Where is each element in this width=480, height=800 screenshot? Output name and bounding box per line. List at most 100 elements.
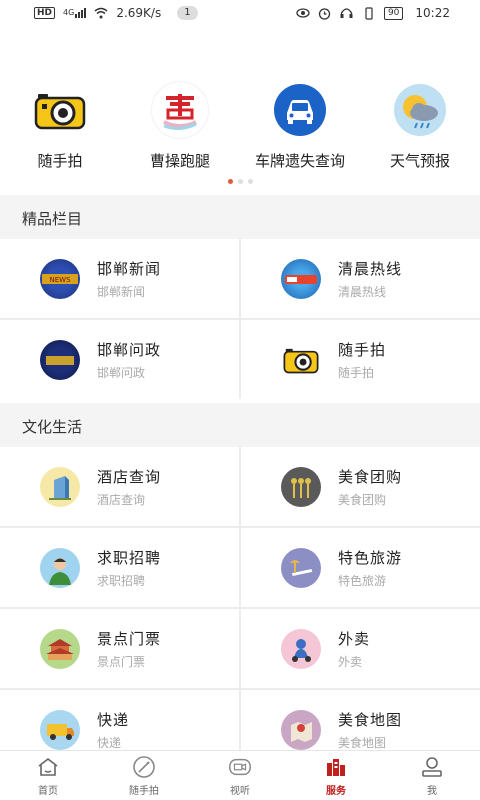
- item-subtitle: 邯郸新闻: [97, 284, 146, 299]
- eye-icon: [296, 6, 310, 20]
- item-title: 快递: [97, 710, 130, 729]
- item-title: 酒店查询: [97, 467, 162, 486]
- item-text: 求职招聘 求职招聘: [97, 547, 161, 589]
- utensils-icon: [281, 466, 321, 507]
- item-subtitle: 景点门票: [97, 654, 146, 669]
- item-text: 美食团购 美食团购: [338, 466, 402, 508]
- item-subtitle: 特色旅游: [338, 573, 387, 588]
- battery-icon: 90: [383, 6, 404, 20]
- weather-icon: [392, 82, 448, 138]
- service-item-morning-hotline[interactable]: 清晨热线 清晨热线: [241, 239, 480, 318]
- service-item-takeout[interactable]: 外卖 外卖: [241, 609, 480, 688]
- section-grid-culture-life: 酒店查询 酒店查询 美食团购 美食团购 求职招聘 求职招聘 特色旅游 特色旅游: [0, 447, 480, 769]
- express-truck-icon: [40, 709, 80, 750]
- service-item-tickets[interactable]: 景点门票 景点门票: [0, 609, 239, 688]
- item-title: 特色旅游: [338, 548, 403, 567]
- item-subtitle: 清晨热线: [338, 284, 387, 299]
- shortcut-label: 车牌遗失查询: [254, 152, 345, 170]
- item-title: 邯郸新闻: [97, 259, 162, 278]
- item-subtitle: 邯郸问政: [97, 365, 146, 380]
- item-title: 美食地图: [338, 710, 403, 729]
- vibrate-icon: [362, 6, 376, 20]
- travel-icon: [281, 547, 321, 588]
- car-icon: [272, 82, 328, 138]
- item-subtitle: 随手拍: [338, 365, 375, 380]
- shortcut-label: 随手拍: [37, 152, 83, 170]
- delivery-icon: [281, 628, 321, 669]
- item-text: 快递 快递: [97, 709, 129, 751]
- home-icon: [36, 755, 60, 779]
- item-title: 外卖: [338, 629, 371, 648]
- item-title: 求职招聘: [97, 548, 162, 567]
- news-logo-icon: NEWS: [40, 258, 80, 299]
- nav-tab-video[interactable]: 视听: [192, 751, 288, 800]
- item-title: 美食团购: [338, 467, 403, 486]
- camera-icon: [32, 82, 88, 138]
- nav-tab-home[interactable]: 首页: [0, 751, 96, 800]
- notification-count: 1: [177, 6, 198, 20]
- item-text: 外卖 外卖: [338, 628, 370, 670]
- carousel-indicator: [0, 179, 480, 184]
- status-left: HD 4G 2.69K/s 1: [34, 6, 198, 20]
- carousel-dot-active[interactable]: [227, 179, 233, 184]
- hotel-icon: [40, 466, 80, 507]
- item-subtitle: 求职招聘: [97, 573, 146, 588]
- item-text: 随手拍 随手拍: [338, 339, 386, 381]
- headphones-icon: [340, 6, 354, 20]
- item-title: 景点门票: [97, 629, 162, 648]
- hd-badge: HD: [34, 7, 56, 19]
- service-item-travel[interactable]: 特色旅游 特色旅游: [241, 528, 480, 607]
- shortcut-car[interactable]: 车牌遗失查询: [240, 82, 360, 171]
- item-subtitle: 酒店查询: [97, 492, 146, 507]
- item-subtitle: 美食地图: [338, 735, 387, 750]
- signal-icon: 4G: [63, 8, 87, 18]
- item-text: 美食地图 美食地图: [338, 709, 402, 751]
- nav-label: 首页: [38, 785, 58, 797]
- section-header-premium: 精品栏目: [0, 195, 480, 241]
- compass-icon: [132, 755, 156, 779]
- item-text: 邯郸问政 邯郸问政: [97, 339, 161, 381]
- carousel-dot[interactable]: [247, 179, 253, 184]
- item-subtitle: 快递: [97, 735, 122, 750]
- service-item-food-groupbuy[interactable]: 美食团购 美食团购: [241, 447, 480, 526]
- politics-logo-icon: [40, 339, 80, 380]
- carousel-dot[interactable]: [237, 179, 243, 184]
- section-grid-premium: NEWS 邯郸新闻 邯郸新闻 清晨热线 清晨热线 邯郸问政 邯郸问政 随手拍 随…: [0, 239, 480, 399]
- nav-label: 我: [427, 785, 437, 797]
- item-subtitle: 外卖: [338, 654, 363, 669]
- food-map-icon: [281, 709, 321, 750]
- shortcut-label: 天气预报: [389, 152, 450, 170]
- nav-label: 随手拍: [129, 785, 159, 797]
- nav-label: 服务: [326, 785, 346, 797]
- item-title: 邯郸问政: [97, 340, 162, 359]
- service-item-handan-news[interactable]: NEWS 邯郸新闻 邯郸新闻: [0, 239, 239, 318]
- item-subtitle: 美食团购: [338, 492, 387, 507]
- clock: 10:22: [415, 6, 450, 20]
- shortcut-carousel: 随手拍 曹操跑腿 车牌遗失查询 天气预报: [0, 82, 480, 171]
- item-title: 随手拍: [338, 340, 387, 359]
- service-item-handan-politics[interactable]: 邯郸问政 邯郸问政: [0, 320, 239, 399]
- item-title: 清晨热线: [338, 259, 403, 278]
- item-text: 邯郸新闻 邯郸新闻: [97, 258, 161, 300]
- nav-tab-snapshot[interactable]: 随手拍: [96, 751, 192, 800]
- nav-tab-me[interactable]: 我: [384, 751, 480, 800]
- user-icon: [420, 755, 444, 779]
- job-icon: [40, 547, 80, 588]
- shortcut-weather[interactable]: 天气预报: [360, 82, 480, 171]
- service-item-snapshot[interactable]: 随手拍 随手拍: [241, 320, 480, 399]
- svg-text:NEWS: NEWS: [49, 276, 71, 284]
- service-item-hotel[interactable]: 酒店查询 酒店查询: [0, 447, 239, 526]
- service-item-jobs[interactable]: 求职招聘 求职招聘: [0, 528, 239, 607]
- shortcut-camera[interactable]: 随手拍: [0, 82, 120, 171]
- attraction-icon: [40, 628, 80, 669]
- section-header-culture-life: 文化生活: [0, 403, 480, 449]
- shortcut-caocao[interactable]: 曹操跑腿: [120, 82, 240, 171]
- video-icon: [228, 755, 252, 779]
- service-icon: [324, 755, 348, 779]
- network-speed: 2.69K/s: [116, 6, 162, 20]
- shortcut-label: 曹操跑腿: [149, 152, 210, 170]
- item-text: 清晨热线 清晨热线: [338, 258, 402, 300]
- item-text: 景点门票 景点门票: [97, 628, 161, 670]
- nav-tab-service[interactable]: 服务: [288, 751, 384, 800]
- wifi-icon: [94, 6, 108, 20]
